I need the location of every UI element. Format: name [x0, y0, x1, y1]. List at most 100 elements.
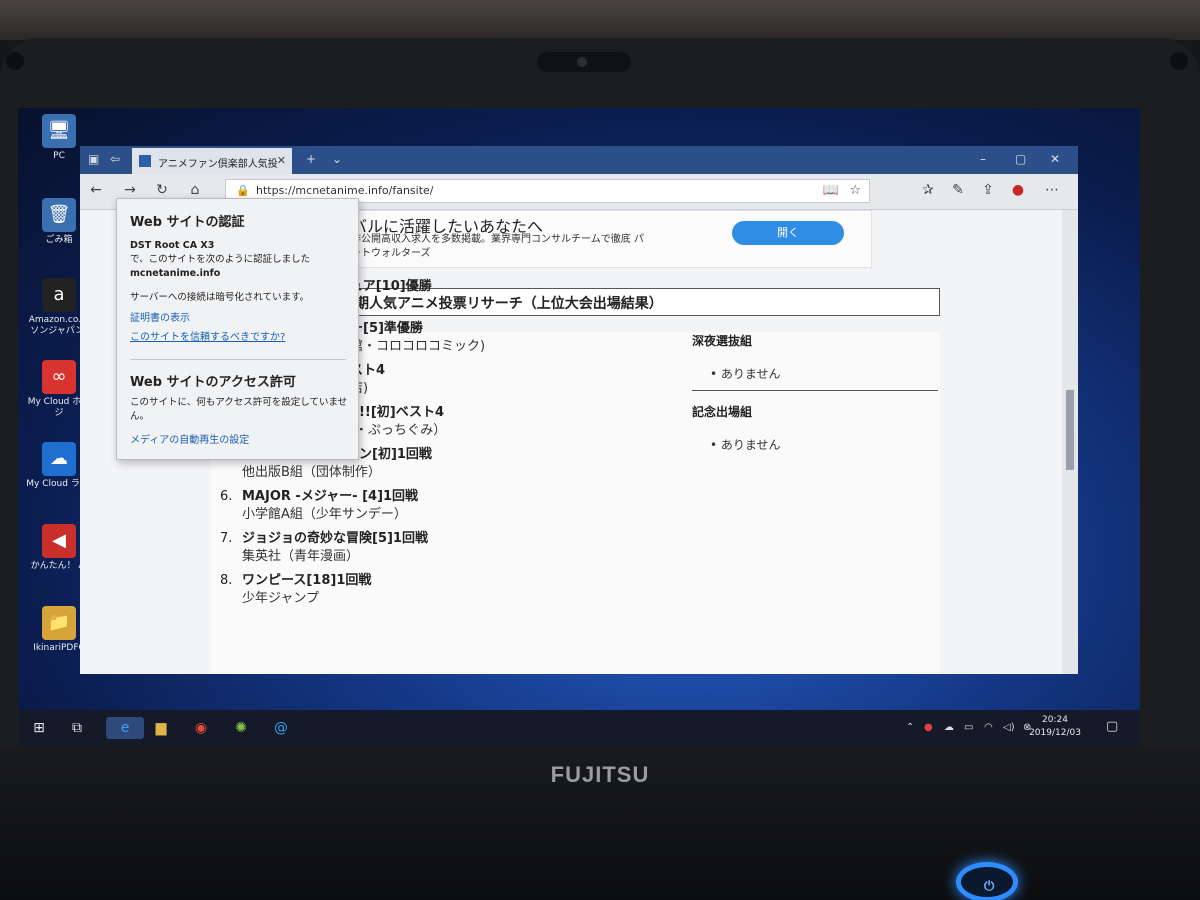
- background-wall: [0, 0, 1200, 40]
- chrome-icon[interactable]: ◉: [190, 717, 212, 739]
- pc-icon: 🖥: [42, 114, 76, 148]
- domain-name: mcnetanime.info: [130, 268, 221, 279]
- tab-list-chevron-down-icon[interactable]: ⌄: [332, 152, 342, 166]
- tab-bar: ▣ ⇦ アニメファン倶楽部人気投 ✕ + ⌄ – ▢ ✕: [80, 146, 1078, 174]
- issuer-name: DST Root CA X3: [130, 240, 215, 251]
- ikinari-pdf-icon: 📁: [42, 606, 76, 640]
- wifi-icon[interactable]: ◠: [984, 722, 993, 733]
- desktop-shortcut-label: PC: [53, 151, 65, 161]
- group2-heading: 記念出場組: [692, 405, 753, 419]
- group2-item: • ありません: [710, 438, 781, 452]
- favorite-star-icon[interactable]: ☆: [849, 183, 861, 198]
- view-certificate-link[interactable]: 証明書の表示: [130, 309, 190, 324]
- ranking-item: 7. ジョジョの奇妙な冒険[5]1回戦集英社（青年漫画）: [220, 530, 780, 566]
- extension-icon[interactable]: ●: [1008, 182, 1028, 198]
- clock-time: 20:24: [1042, 715, 1068, 725]
- desktop-shortcut-label: IkinariPDFC: [33, 643, 85, 653]
- amazon-icon: a: [42, 278, 76, 312]
- ranking-subtitle: 他出版B組（団体制作）: [242, 465, 381, 480]
- permissions-desc: このサイトに、何もアクセス許可を設定していません。: [130, 397, 348, 422]
- security-tray-icon[interactable]: ●: [924, 722, 933, 733]
- scrollbar[interactable]: [1062, 210, 1078, 674]
- share-icon[interactable]: ⇪: [978, 182, 998, 198]
- permissions-heading: Web サイトのアクセス許可: [130, 375, 296, 390]
- banner-description: 非公開高収入求人を多数掲載。業界専門コンサルチームで徹底 パートウォルターズ: [351, 234, 644, 259]
- ranking-subtitle: 集英社（青年漫画）: [242, 549, 360, 564]
- ranking-subtitle: 少年ジャンプ: [242, 591, 319, 606]
- new-tab-icon[interactable]: +: [306, 152, 316, 166]
- start-windows-icon[interactable]: ⊞: [28, 717, 50, 739]
- tab-title: アニメファン倶楽部人気投: [158, 159, 278, 170]
- brand-logo: FUJITSU: [550, 762, 650, 787]
- scrollbar-thumb[interactable]: [1066, 390, 1074, 470]
- home-icon[interactable]: ⌂: [185, 182, 205, 198]
- cloud-tray-icon[interactable]: ☁: [944, 722, 954, 733]
- battery-icon[interactable]: ▭: [964, 722, 973, 733]
- popup-heading: Web サイトの認証: [130, 215, 245, 230]
- clock-date: 2019/12/03: [1029, 728, 1081, 738]
- more-icon[interactable]: ⋯: [1042, 182, 1062, 198]
- ranking-item: ュア[10]優勝: [350, 278, 910, 296]
- ranking-title: 7. ジョジョの奇妙な冒険[5]1回戦: [220, 531, 428, 546]
- site-info-popup: Web サイトの認証 DST Root CA X3 で、このサイトを次のように認…: [116, 198, 359, 460]
- screen: 🖥 PC 🗑 ごみ箱 a Amazon.co.jp ソンジャパン) ∞ My Cloud ホー…: [18, 108, 1140, 746]
- group1-item: • ありません: [710, 367, 781, 381]
- popup-separator: [130, 359, 346, 360]
- bezel-bumper-right: [1170, 52, 1188, 70]
- forward-icon[interactable]: →: [120, 182, 140, 198]
- desktop-shortcut-label: ごみ箱: [45, 235, 73, 245]
- clock[interactable]: 20:24 2019/12/03: [1026, 714, 1084, 740]
- power-button[interactable]: ⏻: [956, 862, 1018, 900]
- my-cloud-drive-icon: ☁: [42, 442, 76, 476]
- pen-icon[interactable]: ✎: [948, 182, 968, 198]
- notification-icon[interactable]: ▢: [1106, 719, 1118, 734]
- recycle-bin-icon: 🗑: [42, 198, 76, 232]
- ranking-number: 8.: [220, 573, 233, 588]
- kantan-ai-icon: ◀: [42, 524, 76, 558]
- issuer-desc: で、このサイトを次のように認証しました: [130, 254, 311, 265]
- mail-at-icon[interactable]: @: [270, 717, 292, 739]
- browser-window: ▣ ⇦ アニメファン倶楽部人気投 ✕ + ⌄ – ▢ ✕ ← → ↻ ⌂ 🔒 h…: [80, 146, 1078, 674]
- my-cloud-home-icon: ∞: [42, 360, 76, 394]
- volume-icon[interactable]: ◁): [1003, 722, 1015, 733]
- lock-icon[interactable]: 🔒: [236, 184, 250, 197]
- side-panel: 深夜選抜組 • ありません 記念出場組 • ありません: [692, 332, 938, 453]
- media-autoplay-link[interactable]: メディアの自動再生の設定: [130, 431, 249, 446]
- ranking-item: 8. ワンピース[18]1回戦少年ジャンプ: [220, 572, 780, 608]
- maximize-icon[interactable]: ▢: [1015, 152, 1026, 166]
- tab-preview-icon[interactable]: ▣: [88, 152, 99, 166]
- ranking-title: 8. ワンピース[18]1回戦: [220, 573, 372, 588]
- url-text: https://mcnetanime.info/fansite/: [256, 184, 434, 197]
- close-window-icon[interactable]: ✕: [1050, 152, 1060, 166]
- power-icon: ⏻: [984, 879, 995, 894]
- ranking-title: 6. MAJOR -メジャー- [4]1回戦: [220, 489, 419, 504]
- webcam: [537, 52, 631, 72]
- back-icon[interactable]: ←: [86, 182, 106, 198]
- site-favicon-icon: [139, 155, 151, 167]
- ranking-title: ュア[10]優勝: [350, 279, 432, 294]
- edge-taskbar-icon[interactable]: e: [106, 717, 144, 739]
- divider: [692, 390, 938, 391]
- ad-banner[interactable]: バルに活躍したいあなたへ 非公開高収入求人を多数掲載。業界専門コンサルチームで徹…: [350, 210, 872, 268]
- banner-open-button[interactable]: 開く: [732, 221, 844, 245]
- group1-heading: 深夜選抜組: [692, 334, 753, 348]
- trust-site-link[interactable]: このサイトを信頼するべきですか?: [130, 328, 285, 343]
- taskbar: ⊞ ⧉ e ▆ ◉ ✺ @ ⌃ ● ☁ ▭ ◠ ◁) ⊗ 20:24 2019/…: [18, 710, 1140, 746]
- refresh-icon[interactable]: ↻: [152, 182, 172, 198]
- bezel-bumper-left: [6, 52, 24, 70]
- tab-active[interactable]: アニメファン倶楽部人気投 ✕: [132, 148, 292, 174]
- ranking-item: 6. MAJOR -メジャー- [4]1回戦小学館A組（少年サンデー）: [220, 488, 780, 524]
- minimize-icon[interactable]: –: [980, 152, 986, 166]
- close-tab-icon[interactable]: ✕: [277, 154, 286, 167]
- ranking-number: 6.: [220, 489, 233, 504]
- file-explorer-icon[interactable]: ▆: [150, 717, 172, 739]
- favorites-icon[interactable]: ✰: [918, 182, 938, 198]
- tab-aside-icon[interactable]: ⇦: [110, 152, 120, 166]
- encrypted-note: サーバーへの接続は暗号化されています。: [130, 292, 310, 303]
- ranking-subtitle: 小学館A組（少年サンデー）: [242, 507, 407, 522]
- app-icon[interactable]: ✺: [230, 717, 252, 739]
- task-view-icon[interactable]: ⧉: [66, 717, 88, 739]
- ranking-number: 7.: [220, 531, 233, 546]
- chevron-up-icon[interactable]: ⌃: [906, 722, 914, 733]
- reading-view-icon[interactable]: 📖: [823, 183, 839, 198]
